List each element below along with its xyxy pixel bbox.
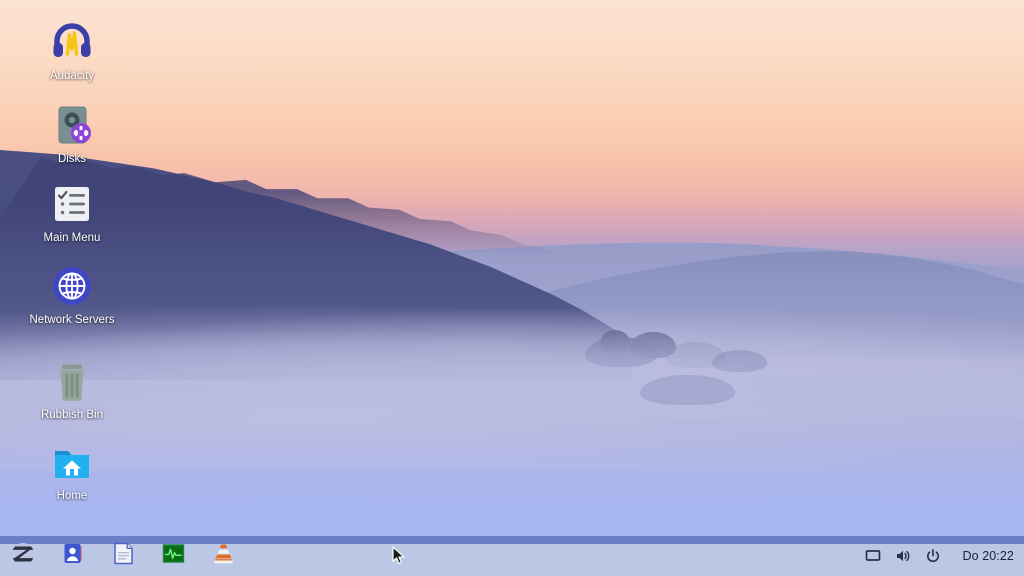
volume-icon[interactable]	[894, 547, 912, 565]
contacts-icon	[61, 541, 86, 571]
desktop-icon-main-menu[interactable]: Main Menu	[24, 180, 120, 245]
power-icon[interactable]	[924, 547, 942, 565]
desktop-icon-label: Disks	[57, 153, 87, 165]
desktop-icon-layer: Audacity Disks Main Menu Network Servers…	[0, 0, 1024, 536]
home-folder-icon	[48, 438, 96, 486]
desktop-icon-label: Home	[56, 490, 88, 502]
desktop-icon-label: Audacity	[49, 70, 95, 82]
audacity-icon	[48, 18, 96, 66]
disks-icon	[48, 101, 96, 149]
vlc-cone-icon	[211, 541, 236, 571]
taskbar-launchers	[0, 536, 240, 576]
clock[interactable]: Do 20:22	[962, 549, 1014, 563]
desktop-icon-label: Rubbish Bin	[40, 409, 103, 421]
desktop-icon-network-servers[interactable]: Network Servers	[24, 262, 120, 327]
desktop[interactable]: Audacity Disks Main Menu Network Servers…	[0, 0, 1024, 576]
system-monitor-icon	[161, 541, 186, 571]
system-tray: Do 20:22	[864, 536, 1024, 576]
taskbar-button-writer[interactable]	[106, 540, 140, 572]
taskbar-button-system-monitor[interactable]	[156, 540, 190, 572]
taskbar-button-zorin-menu[interactable]	[6, 540, 40, 572]
display-icon[interactable]	[864, 547, 882, 565]
main-menu-icon	[48, 180, 96, 228]
desktop-icon-label: Network Servers	[29, 314, 115, 326]
desktop-icon-rubbish-bin[interactable]: Rubbish Bin	[24, 357, 120, 422]
zorin-logo-icon	[10, 541, 36, 572]
taskbar-button-vlc[interactable]	[206, 540, 240, 572]
taskbar[interactable]: Do 20:22	[0, 536, 1024, 576]
desktop-icon-audacity[interactable]: Audacity	[24, 18, 120, 83]
desktop-icon-label: Main Menu	[43, 232, 101, 244]
desktop-icon-home[interactable]: Home	[24, 438, 120, 503]
taskbar-button-contacts[interactable]	[56, 540, 90, 572]
document-icon	[111, 541, 136, 571]
desktop-icon-disks[interactable]: Disks	[24, 101, 120, 166]
network-servers-icon	[48, 262, 96, 310]
rubbish-bin-icon	[48, 357, 96, 405]
